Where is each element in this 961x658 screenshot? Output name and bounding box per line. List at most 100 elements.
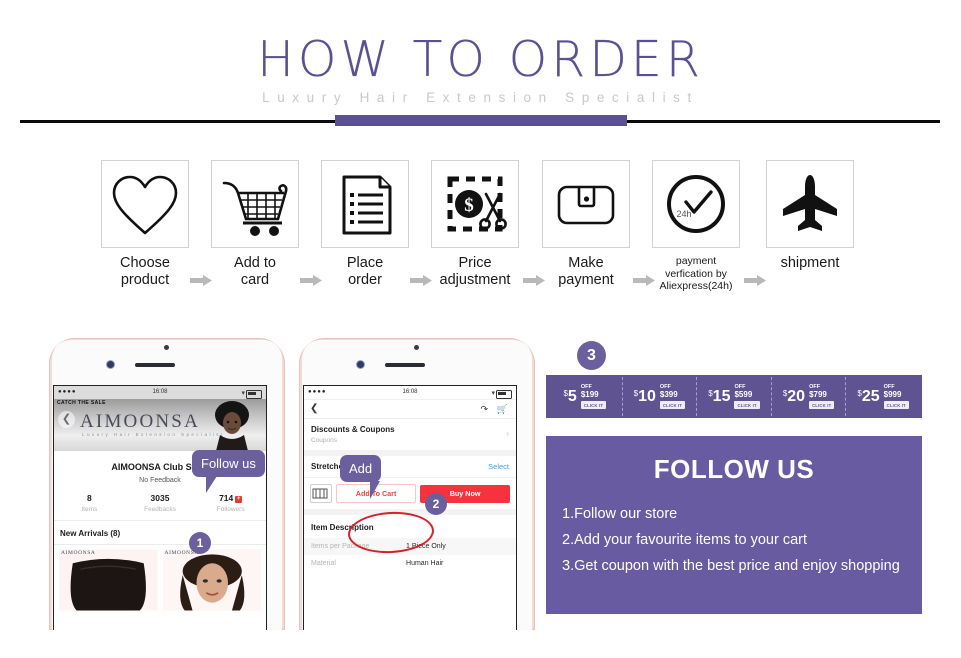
chevron-right-icon[interactable]: › [506, 429, 509, 438]
section-title: Discounts & Coupons [311, 425, 395, 434]
follow-plus-badge[interactable]: + [235, 496, 243, 503]
coupon-cta-button[interactable]: CLICK IT [734, 401, 760, 409]
description-row: Material Human Hair [304, 555, 516, 572]
coupon-amount: $10 [633, 387, 656, 405]
step-add-to-cart: Add to card [210, 160, 300, 289]
status-bar: ●●●● 16:08 ▾ [304, 386, 516, 400]
coupon-cta-button[interactable]: CLICK IT [659, 401, 686, 409]
coupon-min-spend: $799 [809, 390, 827, 399]
battery-icon [496, 389, 512, 399]
back-icon[interactable]: ❮ [58, 411, 75, 428]
coupon-item[interactable]: $20 OFF $799 CLICK IT [772, 377, 847, 416]
step-badge-3: 3 [577, 341, 606, 370]
phone2-screen: ●●●● 16:08 ▾ ❮ ↷ 🛒 Discounts & Coupons C… [303, 385, 517, 630]
step-label: Price adjustment [439, 255, 511, 288]
bubble-label: Add [349, 461, 373, 476]
follow-us-bubble: Follow us [192, 450, 265, 493]
airplane-icon [766, 160, 854, 248]
stat-feedbacks: 3035 Feedbacks [125, 493, 196, 513]
step-badge-1: 1 [189, 532, 211, 554]
store-feedback: No Feedback [139, 477, 181, 484]
stat-value: 714 + [219, 493, 243, 503]
step-badge-2: 2 [425, 493, 447, 515]
follow-us-steps: 1.Follow our store 2.Add your favourite … [562, 501, 906, 579]
sale-tag-label: CATCH THE SALE [57, 400, 106, 406]
stretched-length-section[interactable]: Stretched Length Select [304, 456, 516, 478]
follow-us-title: FOLLOW US [653, 454, 815, 484]
clock-check-icon: 24h [652, 160, 740, 248]
svg-text:$: $ [464, 195, 474, 216]
arrow-icon [410, 275, 432, 286]
bubble-tail [370, 481, 390, 499]
follow-us-step: 1.Follow our store [562, 506, 678, 522]
coupon-detail: OFF $799 CLICK IT [809, 384, 835, 409]
coupon-cta-button[interactable]: CLICK IT [883, 401, 909, 409]
status-time: 16:08 [152, 389, 168, 395]
coupon-item[interactable]: $5 OFF $199 CLICK IT [548, 377, 623, 416]
coupon-min-spend: $599 [734, 390, 753, 399]
coupon-item[interactable]: $15 OFF $599 CLICK IT [697, 377, 772, 416]
arrow-icon [190, 275, 212, 286]
stat-value: 3035 [150, 493, 170, 503]
document-icon [321, 160, 409, 248]
step-payment-verification: 24h payment verfication by Aliexpress(24… [651, 160, 741, 293]
heart-icon [101, 160, 189, 248]
wifi-icon: ▾ [491, 390, 495, 397]
store-banner: CATCH THE SALE ❮ AIMOONSA Luxury Hair Ex… [54, 399, 266, 451]
coupon-amount: $25 [857, 387, 880, 405]
add-bubble: Add [340, 455, 382, 499]
arrow-icon [744, 275, 766, 286]
coupon-strip: $5 OFF $199 CLICK IT $10 OFF $399 CLICK … [546, 375, 922, 418]
step-price-adjustment: $ Price adjustment [430, 160, 520, 289]
description-key: Material [311, 560, 336, 567]
discounts-coupons-section[interactable]: Discounts & Coupons Coupons › [304, 419, 516, 456]
step-place-order: Place order [320, 160, 410, 289]
product-brand: AIMOONSA [61, 550, 96, 556]
coupon-amount: $20 [782, 387, 806, 405]
select-link[interactable]: Select [488, 462, 509, 471]
share-icon[interactable]: ↷ [480, 404, 488, 415]
stat-followers[interactable]: 714 + Followers [195, 493, 266, 513]
step-label: shipment [780, 255, 840, 271]
speaker-icon [384, 363, 425, 367]
store-icon[interactable] [310, 484, 332, 503]
page-title: HOW TO ORDER [257, 31, 704, 88]
step-label: Add to card [234, 255, 276, 288]
model-illustration [215, 401, 249, 451]
bubble-tail [206, 476, 228, 493]
stat-label: Followers [216, 506, 245, 513]
coupon-detail: OFF $399 CLICK IT [659, 384, 686, 409]
back-icon[interactable]: ❮ [310, 403, 318, 414]
phone1-screen: ●●●● 16:08 ▾ CATCH THE SALE ❮ AIMOONSA L… [53, 385, 267, 630]
coupon-item[interactable]: $10 OFF $399 CLICK IT [623, 377, 698, 416]
description-value: Human Hair [406, 560, 444, 567]
stat-items: 8 Items [54, 493, 125, 513]
battery-icon [246, 389, 262, 399]
sensor-icon [107, 361, 114, 368]
header: HOW TO ORDER Luxury Hair Extension Speci… [0, 0, 961, 132]
store-brand: AIMOONSA [80, 411, 200, 432]
step-shipment: shipment [765, 160, 855, 272]
coupon-detail: OFF $199 CLICK IT [580, 384, 607, 409]
product-grid: AIMOONSA AIMOONSA [54, 545, 266, 611]
how-to-order-steps: Choose product Add to card Place order $… [0, 160, 961, 295]
speaker-icon [134, 363, 175, 367]
hair-bundle-image [59, 549, 158, 611]
coupon-cta-button[interactable]: CLICK IT [580, 401, 607, 409]
phone-mockup-product: ●●●● 16:08 ▾ ❮ ↷ 🛒 Discounts & Coupons C… [292, 330, 542, 630]
coupon-amount: $15 [708, 387, 731, 405]
status-bar: ●●●● 16:08 ▾ [54, 386, 266, 399]
svg-text:24h: 24h [676, 209, 691, 219]
follow-us-step: 3.Get coupon with the best price and enj… [562, 558, 900, 574]
product-card[interactable]: AIMOONSA [162, 549, 261, 611]
product-card[interactable]: AIMOONSA [59, 549, 158, 611]
store-stats: 8 Items 3035 Feedbacks 714 + Followers [54, 493, 266, 521]
coupon-cta-button[interactable]: CLICK IT [809, 401, 835, 409]
stat-label: Items [81, 506, 98, 513]
coupon-item[interactable]: $25 OFF $999 CLICK IT [846, 377, 920, 416]
section-sub: Coupons [311, 437, 338, 444]
coupon-min-spend: $399 [659, 390, 678, 399]
coupon-min-spend: $999 [883, 390, 902, 399]
cart-icon[interactable]: 🛒 [497, 404, 508, 415]
follow-us-step: 2.Add your favourite items to your cart [562, 532, 807, 548]
